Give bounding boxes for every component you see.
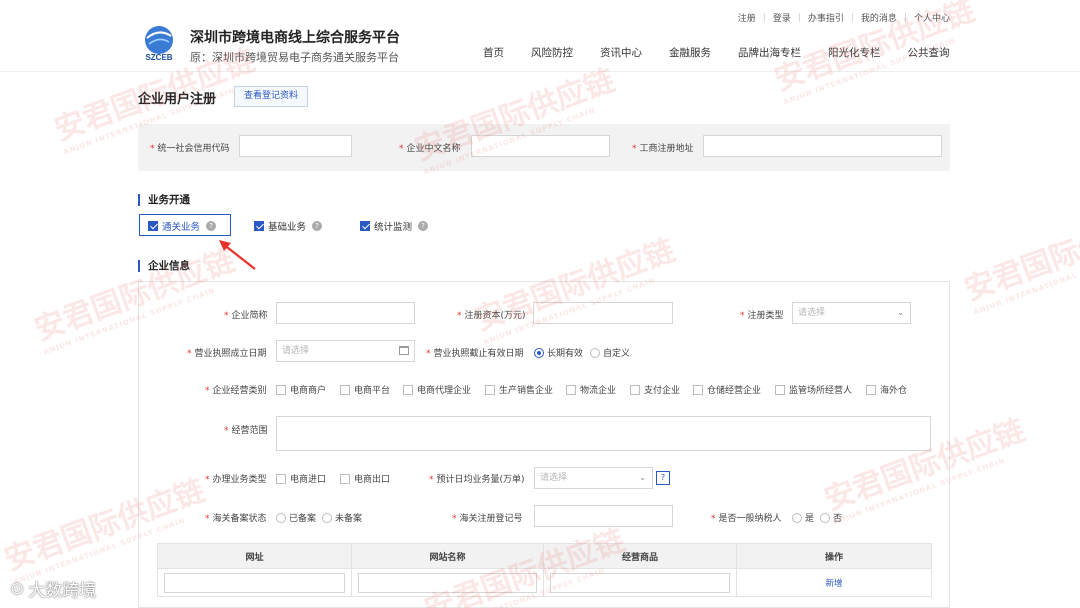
site-name-input[interactable] <box>358 572 537 593</box>
company-info-heading: 企业信息 <box>138 260 190 272</box>
biz-category-label: * 企业经营类别 <box>205 386 267 396</box>
header: SZCEB 深圳市跨境电商线上综合服务平台 原：深圳市跨境贸易电子商务通关服务平… <box>0 0 1080 72</box>
watermark: 安君国际供应链ANJUN INTERNATIONAL SUPPLY CHAIN <box>960 203 1080 317</box>
red-pointer-arrow-icon <box>219 240 256 270</box>
daily-volume-select[interactable]: 请选择 ⌄ <box>534 467 653 489</box>
nav-public-query[interactable]: 公共查询 <box>908 45 950 60</box>
nav-home[interactable]: 首页 <box>483 45 504 60</box>
scope-textarea[interactable] <box>276 416 931 451</box>
nav-risk-control[interactable]: 风险防控 <box>531 45 573 60</box>
short-name-input[interactable] <box>276 302 415 324</box>
license-expiry-label: * 营业执照截止有效日期 <box>426 349 524 359</box>
help-icon[interactable]: ? <box>312 221 323 231</box>
footer-logo: ⊙ 大数跨境 <box>10 578 97 602</box>
customs-unfiled-radio[interactable]: 未备案 <box>322 511 362 524</box>
basic-business-checkbox[interactable]: 基础业务 ? <box>254 219 323 233</box>
reg-type-label: * 注册类型 <box>740 311 784 321</box>
category-checkbox[interactable]: 物流企业 <box>566 383 616 396</box>
category-checkbox[interactable]: 电商代理企业 <box>403 383 471 396</box>
expiry-custom-radio[interactable]: 自定义 <box>590 346 630 359</box>
credit-code-label: * 统一社会信用代码 <box>150 144 230 154</box>
reg-address-label: * 工商注册地址 <box>632 144 694 154</box>
business-section-heading: 业务开通 <box>138 194 190 206</box>
short-name-label: * 企业简称 <box>224 311 268 321</box>
reg-capital-input[interactable] <box>533 302 673 324</box>
category-checkbox[interactable]: 仓储经营企业 <box>693 383 761 396</box>
url-input[interactable] <box>164 572 345 593</box>
add-row-link[interactable]: 新增 <box>825 579 842 589</box>
goods-input[interactable] <box>550 572 730 593</box>
col-url: 网址 <box>157 543 352 569</box>
reg-type-select[interactable]: 请选择 ⌄ <box>792 302 911 324</box>
reg-capital-label: * 注册资本(万元) <box>457 311 526 321</box>
col-goods: 经营商品 <box>543 543 737 569</box>
help-icon[interactable]: ? <box>418 221 429 231</box>
utility-links: 注册 | 登录 | 办事指引 | 我的消息 | 个人中心 <box>737 11 950 25</box>
personal-center-link[interactable]: 个人中心 <box>914 11 950 24</box>
nav-brand-overseas[interactable]: 品牌出海专栏 <box>738 45 801 60</box>
checkbox-checked-icon <box>360 221 370 231</box>
view-registration-button[interactable]: 查看登记资料 <box>234 86 309 107</box>
logo-text: SZCEB <box>145 53 172 62</box>
help-icon[interactable]: ? <box>656 471 670 485</box>
taxpayer-label: * 是否一般纳税人 <box>711 514 782 524</box>
cn-name-input[interactable] <box>471 135 610 157</box>
credit-code-input[interactable] <box>239 135 352 157</box>
export-checkbox[interactable]: 电商出口 <box>340 472 390 485</box>
license-date-label: * 营业执照成立日期 <box>187 349 267 359</box>
customs-reg-no-label: * 海关注册登记号 <box>452 514 523 524</box>
expiry-long-term-radio[interactable]: 长期有效 <box>534 346 583 359</box>
category-checkbox[interactable]: 海外仓 <box>866 383 907 396</box>
category-checkbox[interactable]: 生产销售企业 <box>485 383 553 396</box>
customs-filed-radio[interactable]: 已备案 <box>276 511 316 524</box>
nav-news[interactable]: 资讯中心 <box>600 45 642 60</box>
category-checkbox[interactable]: 电商平台 <box>340 383 390 396</box>
customs-status-label: * 海关备案状态 <box>205 514 267 524</box>
statistics-monitor-checkbox[interactable]: 统计监测 ? <box>360 219 429 233</box>
reg-address-input[interactable] <box>703 135 942 157</box>
category-checkbox[interactable]: 支付企业 <box>630 383 680 396</box>
nav-finance[interactable]: 金融服务 <box>669 45 711 60</box>
import-checkbox[interactable]: 电商进口 <box>276 472 326 485</box>
checkbox-checked-icon <box>148 221 158 231</box>
category-checkbox[interactable]: 监管场所经营人 <box>775 383 852 396</box>
register-link[interactable]: 注册 <box>738 11 756 24</box>
calendar-icon <box>399 346 409 355</box>
cn-name-label: * 企业中文名称 <box>399 144 461 154</box>
website-table: 网址 网站名称 经营商品 操作 新增 <box>157 543 932 597</box>
site-subtitle: 原：深圳市跨境贸易电子商务通关服务平台 <box>190 51 399 64</box>
checkbox-checked-icon <box>254 221 264 231</box>
biz-type-label: * 办理业务类型 <box>205 475 267 485</box>
guide-link[interactable]: 办事指引 <box>808 11 844 24</box>
table-row: 新增 <box>157 568 932 597</box>
login-link[interactable]: 登录 <box>773 11 791 24</box>
scope-label: * 经营范围 <box>224 426 268 436</box>
main-nav: 首页 风险防控 资讯中心 金融服务 品牌出海专栏 阳光化专栏 公共查询 <box>483 45 950 60</box>
license-date-picker[interactable]: 请选择 <box>276 340 415 362</box>
col-action: 操作 <box>736 543 932 569</box>
taxpayer-no-radio[interactable]: 否 <box>820 511 842 524</box>
chevron-down-icon: ⌄ <box>897 308 904 317</box>
customs-business-checkbox[interactable]: 通关业务 ? <box>148 219 217 233</box>
daily-volume-label: * 预计日均业务量(万单) <box>429 475 525 485</box>
basic-info-row: * 统一社会信用代码 * 企业中文名称 * 工商注册地址 <box>138 124 950 171</box>
col-site-name: 网站名称 <box>351 543 544 569</box>
nav-sunshine[interactable]: 阳光化专栏 <box>828 45 881 60</box>
category-checkbox[interactable]: 电商商户 <box>276 383 326 396</box>
page-title: 企业用户注册 <box>138 92 217 107</box>
taxpayer-yes-radio[interactable]: 是 <box>792 511 814 524</box>
chevron-down-icon: ⌄ <box>639 473 646 482</box>
logo-mark-icon: ⊙ <box>10 578 25 599</box>
messages-link[interactable]: 我的消息 <box>861 11 897 24</box>
szceb-logo[interactable]: SZCEB <box>137 24 181 62</box>
help-icon[interactable]: ? <box>206 221 217 231</box>
site-title: 深圳市跨境电商线上综合服务平台 <box>190 30 400 46</box>
customs-reg-no-input[interactable] <box>534 505 673 527</box>
